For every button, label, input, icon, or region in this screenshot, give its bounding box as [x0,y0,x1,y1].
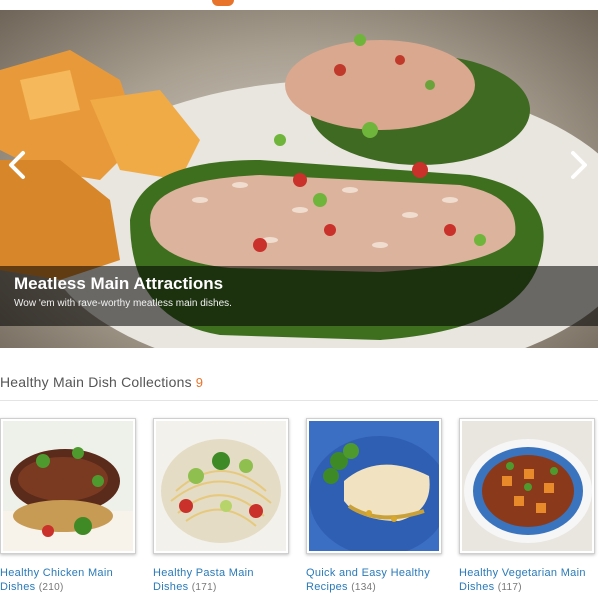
quick-easy-dish-image [309,421,439,551]
collection-card[interactable]: Healthy Vegetarian Main Dishes (117) [459,418,595,595]
collection-link[interactable]: Healthy Pasta Main Dishes (171) [153,566,289,595]
pasta-dish-image [156,421,286,551]
vegetarian-dish-image [462,421,592,551]
section-count: 9 [195,375,204,390]
carousel-prev-button[interactable] [6,150,28,180]
collection-thumbnail[interactable] [459,418,595,554]
hero-title[interactable]: Meatless Main Attractions [14,274,223,294]
collection-count: (134) [351,582,377,593]
chevron-right-icon [571,151,587,179]
collection-thumbnail[interactable] [153,418,289,554]
top-bar [0,0,600,10]
section-title: Healthy Main Dish Collections 9 [0,374,203,390]
collection-label[interactable]: Healthy Vegetarian Main Dishes [459,567,586,593]
section-divider [0,400,598,401]
collection-count: (117) [497,582,522,593]
hero-subtitle: Wow 'em with rave-worthy meatless main d… [14,298,232,309]
chicken-dish-image [3,421,133,551]
collection-link[interactable]: Quick and Easy Healthy Recipes (134) [306,566,442,595]
collection-thumbnail[interactable] [0,418,136,554]
collection-count: (210) [38,582,64,593]
collection-card[interactable]: Quick and Easy Healthy Recipes (134) [306,418,442,595]
site-logo-tab[interactable] [212,0,234,6]
collection-thumbnail[interactable] [306,418,442,554]
collection-card[interactable]: Healthy Pasta Main Dishes (171) [153,418,289,595]
collection-card[interactable]: Healthy Chicken Main Dishes (210) [0,418,136,595]
collection-link[interactable]: Healthy Vegetarian Main Dishes (117) [459,566,595,595]
collection-link[interactable]: Healthy Chicken Main Dishes (210) [0,566,136,595]
section-title-text: Healthy Main Dish Collections [0,374,192,390]
carousel-next-button[interactable] [568,150,590,180]
hero-carousel[interactable]: Meatless Main Attractions Wow 'em with r… [0,10,598,348]
chevron-left-icon [9,151,25,179]
collection-count: (171) [191,582,217,593]
